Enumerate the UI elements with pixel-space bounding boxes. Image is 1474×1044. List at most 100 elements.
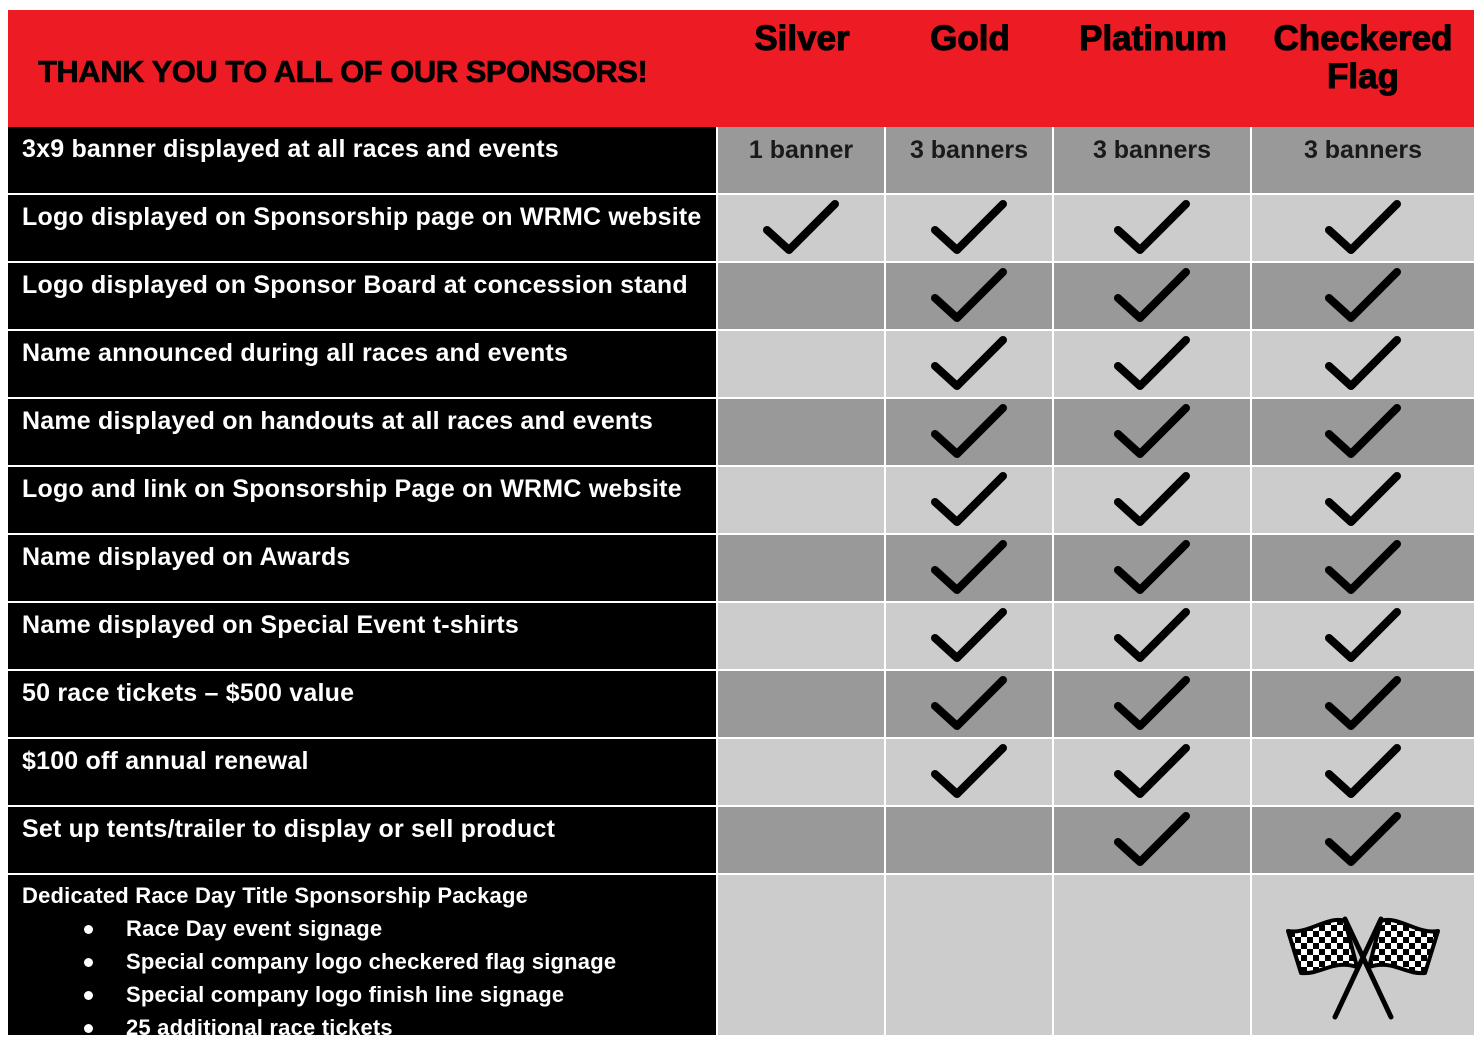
benefit-label: Name announced during all races and even… (8, 331, 718, 397)
header-row: THANK YOU TO ALL OF OUR SPONSORS! Silver… (8, 10, 1474, 127)
benefit-checkered-cell (1252, 331, 1474, 397)
checkmark-icon (1112, 538, 1192, 598)
checkmark-icon (929, 334, 1009, 394)
benefit-row: Logo displayed on Sponsorship page on WR… (8, 195, 1474, 263)
benefit-label: $100 off annual renewal (8, 739, 718, 805)
benefit-checkered-cell (1252, 671, 1474, 737)
benefit-label: Logo displayed on Sponsorship page on WR… (8, 195, 718, 261)
benefit-gold-cell (886, 739, 1054, 805)
benefit-label: Logo and link on Sponsorship Page on WRM… (8, 467, 718, 533)
checkmark-icon (929, 538, 1009, 598)
benefit-row: Name announced during all races and even… (8, 331, 1474, 399)
benefit-platinum-cell (1054, 603, 1252, 669)
checkmark-icon (1323, 742, 1403, 802)
checkmark-icon (929, 674, 1009, 734)
benefit-platinum-cell (1054, 195, 1252, 261)
checkmark-icon (929, 402, 1009, 462)
checkmark-icon (1112, 470, 1192, 530)
benefit-platinum-cell (1054, 399, 1252, 465)
benefit-row: Logo and link on Sponsorship Page on WRM… (8, 467, 1474, 535)
benefit-silver-cell (718, 399, 886, 465)
benefit-checkered-cell (1252, 535, 1474, 601)
benefit-silver-cell: 1 banner (718, 127, 886, 193)
benefit-gold-cell (886, 467, 1054, 533)
benefit-row: $100 off annual renewal (8, 739, 1474, 807)
benefit-gold-cell (886, 671, 1054, 737)
benefit-platinum-cell (1054, 535, 1252, 601)
benefit-checkered-cell (1252, 807, 1474, 873)
benefit-label: Logo displayed on Sponsor Board at conce… (8, 263, 718, 329)
benefit-row: Logo displayed on Sponsor Board at conce… (8, 263, 1474, 331)
title-package-bullets: Race Day event signage Special company l… (22, 912, 716, 1044)
benefit-checkered-cell: 3 banners (1252, 127, 1474, 193)
checkmark-icon (1112, 810, 1192, 870)
checkmark-icon (929, 742, 1009, 802)
benefit-gold-cell (886, 331, 1054, 397)
title-package-gold-cell (886, 875, 1054, 1035)
benefit-label: Name displayed on handouts at all races … (8, 399, 718, 465)
sponsorship-table: THANK YOU TO ALL OF OUR SPONSORS! Silver… (8, 10, 1474, 1040)
benefit-gold-cell (886, 195, 1054, 261)
benefit-silver-cell (718, 467, 886, 533)
benefit-silver-cell (718, 603, 886, 669)
benefit-platinum-cell (1054, 467, 1252, 533)
bullet-item: 25 additional race tickets (84, 1011, 716, 1044)
benefit-checkered-cell (1252, 603, 1474, 669)
checkmark-icon (929, 266, 1009, 326)
benefit-platinum-cell (1054, 671, 1252, 737)
benefit-checkered-cell (1252, 739, 1474, 805)
title-package-feature: Dedicated Race Day Title Sponsorship Pac… (8, 875, 718, 1040)
checkmark-icon (1323, 198, 1403, 258)
tier-silver-header: Silver (754, 19, 850, 58)
checkmark-icon (1323, 334, 1403, 394)
benefit-silver-cell (718, 195, 886, 261)
page-title: THANK YOU TO ALL OF OUR SPONSORS! (38, 53, 648, 89)
tier-gold-header: Gold (930, 19, 1011, 58)
checkmark-icon (1323, 810, 1403, 870)
title-package-row: Dedicated Race Day Title Sponsorship Pac… (8, 875, 1474, 1040)
banner-count: 3 banners (1092, 136, 1212, 164)
checkmark-icon (929, 470, 1009, 530)
checkmark-icon (1112, 742, 1192, 802)
tier-checkered-flag-header: Checkered Flag (1273, 19, 1453, 96)
checkmark-icon (1112, 334, 1192, 394)
benefit-row: 3x9 banner displayed at all races and ev… (8, 127, 1474, 195)
checkmark-icon (929, 198, 1009, 258)
benefit-gold-cell: 3 banners (886, 127, 1054, 193)
benefit-checkered-cell (1252, 467, 1474, 533)
bullet-item: Special company logo finish line signage (84, 978, 716, 1011)
checkmark-icon (1323, 606, 1403, 666)
benefit-label: Name displayed on Awards (8, 535, 718, 601)
benefit-silver-cell (718, 535, 886, 601)
title-package-heading: Dedicated Race Day Title Sponsorship Pac… (22, 883, 529, 908)
benefit-gold-cell (886, 399, 1054, 465)
checkmark-icon (1112, 266, 1192, 326)
checkmark-icon (1323, 674, 1403, 734)
checkmark-icon (1323, 538, 1403, 598)
benefit-label: 3x9 banner displayed at all races and ev… (8, 127, 718, 193)
benefit-gold-cell (886, 603, 1054, 669)
benefit-label: 50 race tickets – $500 value (8, 671, 718, 737)
checkmark-icon (1323, 266, 1403, 326)
title-package-checkered-cell (1252, 875, 1474, 1035)
checkmark-icon (761, 198, 841, 258)
benefit-silver-cell (718, 331, 886, 397)
benefit-platinum-cell (1054, 807, 1252, 873)
checkmark-icon (1112, 674, 1192, 734)
benefit-gold-cell (886, 807, 1054, 873)
banner-count: 1 banner (748, 136, 854, 164)
benefit-checkered-cell (1252, 263, 1474, 329)
benefit-checkered-cell (1252, 195, 1474, 261)
benefit-silver-cell (718, 263, 886, 329)
tier-platinum-header: Platinum (1079, 19, 1228, 58)
benefit-platinum-cell (1054, 331, 1252, 397)
benefit-label: Set up tents/trailer to display or sell … (8, 807, 718, 873)
title-package-platinum-cell (1054, 875, 1252, 1035)
benefit-row: 50 race tickets – $500 value (8, 671, 1474, 739)
benefit-rows: 3x9 banner displayed at all races and ev… (8, 127, 1474, 875)
banner-count: 3 banners (909, 136, 1029, 164)
benefit-silver-cell (718, 807, 886, 873)
checkmark-icon (1112, 402, 1192, 462)
checkered-flags-icon (1286, 916, 1440, 1020)
benefit-gold-cell (886, 263, 1054, 329)
